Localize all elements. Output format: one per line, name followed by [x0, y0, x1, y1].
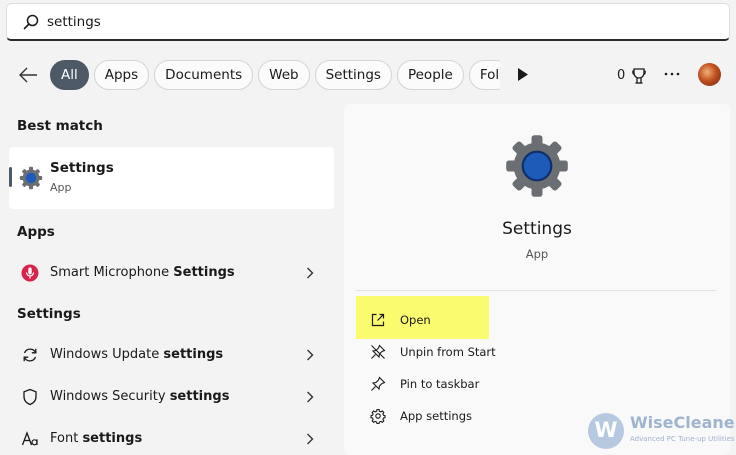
- list-item-windows-update[interactable]: Windows Update settings: [9, 337, 334, 373]
- gear-icon: [370, 408, 386, 424]
- watermark-tagline: Advanced PC Tune-up Utilities: [630, 435, 735, 443]
- open-external-icon: [371, 313, 385, 327]
- chevron-right-icon[interactable]: [306, 267, 314, 279]
- chip-settings[interactable]: Settings: [314, 60, 392, 90]
- results-list: Best match Settings App Apps Smart Micro…: [0, 104, 340, 455]
- list-item-windows-security[interactable]: Windows Security settings: [9, 379, 334, 415]
- selection-indicator: [9, 167, 12, 187]
- chip-all[interactable]: All: [50, 60, 89, 90]
- font-icon: [21, 431, 38, 446]
- list-item-label: Windows Update settings: [50, 347, 224, 362]
- chip-web[interactable]: Web: [258, 60, 310, 90]
- divider: [356, 290, 716, 291]
- detail-title: Settings: [502, 219, 572, 239]
- shield-icon: [23, 388, 37, 406]
- settings-heading: Settings: [17, 306, 81, 322]
- action-pin-to-taskbar[interactable]: Pin to taskbar: [370, 373, 670, 397]
- rewards-counter[interactable]: 0: [617, 65, 647, 85]
- list-item-smart-microphone[interactable]: Smart Microphone Settings: [9, 255, 334, 291]
- action-label: Pin to taskbar: [400, 377, 480, 391]
- best-match-title: Settings: [50, 160, 114, 176]
- watermark: W WiseCleaner Advanced PC Tune-up Utilit…: [585, 410, 736, 452]
- apps-heading: Apps: [17, 224, 55, 240]
- action-label: Unpin from Start: [400, 345, 496, 359]
- pin-icon: [371, 376, 386, 391]
- back-arrow-icon[interactable]: [17, 65, 39, 85]
- action-label: Open: [400, 313, 431, 327]
- filter-bar: AllAppsDocumentsWebSettingsPeopleFolde 0: [0, 56, 736, 94]
- search-box[interactable]: [6, 3, 730, 41]
- search-icon: [23, 14, 39, 30]
- microphone-app-icon: [21, 264, 39, 282]
- chip-apps[interactable]: Apps: [93, 60, 150, 90]
- chip-documents[interactable]: Documents: [154, 60, 254, 90]
- watermark-logo: W: [588, 413, 624, 449]
- chip-folders[interactable]: Folde: [468, 60, 500, 90]
- best-match-heading: Best match: [17, 118, 103, 134]
- trophy-icon: [632, 67, 647, 84]
- best-match-subtitle: App: [50, 181, 72, 194]
- rewards-count: 0: [617, 68, 626, 83]
- refresh-icon: [23, 348, 37, 362]
- detail-subtitle: App: [525, 247, 549, 261]
- action-label: App settings: [400, 409, 472, 423]
- unpin-icon: [371, 344, 386, 359]
- list-item-font-settings[interactable]: Font settings: [9, 421, 334, 455]
- avatar[interactable]: [698, 63, 721, 86]
- watermark-brand: WiseCleaner: [630, 413, 736, 432]
- list-item-label: Font settings: [50, 431, 143, 446]
- list-item-label: Smart Microphone Settings: [50, 265, 235, 280]
- list-item-label: Windows Security settings: [50, 389, 230, 404]
- play-more-icon[interactable]: [517, 68, 529, 81]
- filter-chips: AllAppsDocumentsWebSettingsPeopleFolde: [50, 60, 500, 90]
- chip-people[interactable]: People: [396, 60, 464, 90]
- settings-app-icon-large: [506, 135, 568, 197]
- settings-app-icon: [19, 166, 43, 190]
- detail-pane: Settings App Open Unpin from Start Pin t…: [344, 104, 730, 455]
- action-open[interactable]: Open: [370, 309, 670, 333]
- best-match-item[interactable]: Settings App: [9, 147, 334, 209]
- chevron-right-icon[interactable]: [306, 433, 314, 445]
- chevron-right-icon[interactable]: [306, 349, 314, 361]
- action-unpin-from-start[interactable]: Unpin from Start: [370, 341, 670, 365]
- chevron-right-icon[interactable]: [306, 391, 314, 403]
- search-input[interactable]: [47, 10, 647, 34]
- more-options-icon[interactable]: [663, 67, 681, 81]
